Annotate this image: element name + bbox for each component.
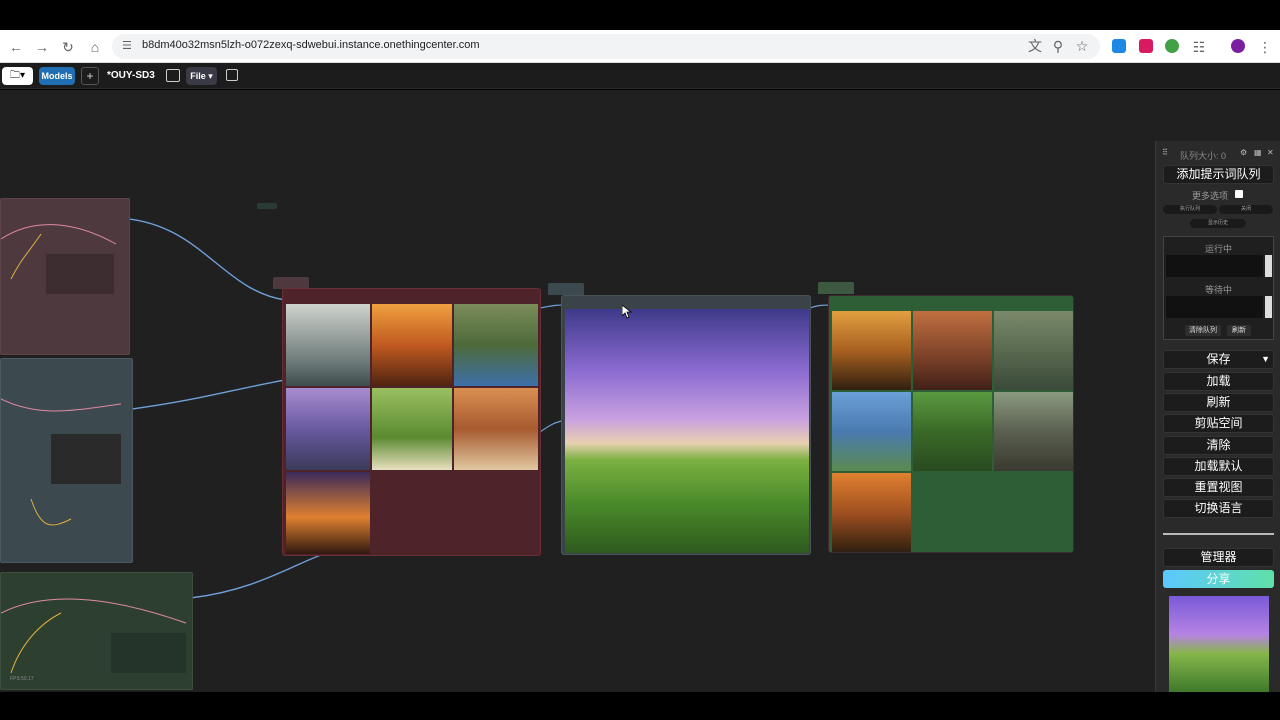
refresh-queue-button[interactable]: 刷新 [1227, 325, 1251, 336]
pending-label: 等待中 [1204, 285, 1232, 295]
back-icon[interactable]: ← [7, 38, 25, 56]
window-bottom-strip [0, 692, 1280, 720]
image-thumb[interactable] [286, 472, 370, 554]
panel-divider [1163, 533, 1274, 535]
home-icon[interactable]: ⌂ [86, 38, 104, 56]
star-icon[interactable]: ☆ [1073, 37, 1091, 55]
running-list[interactable] [1166, 255, 1263, 277]
extension-icon-2[interactable] [1139, 39, 1153, 53]
panel-header: ⠿ 队列大小: 0 ⚙ ▦ ✕ [1156, 143, 1280, 162]
image-thumb[interactable] [372, 388, 452, 470]
image-icon[interactable] [166, 69, 180, 82]
node-wires-green [0, 598, 187, 674]
load-button[interactable]: 加载 [1163, 372, 1274, 391]
image-thumb[interactable] [454, 304, 538, 386]
extension-icon-3[interactable] [1165, 39, 1179, 53]
kebab-menu-icon[interactable]: ⋮ [1256, 38, 1274, 56]
more-options-checkbox[interactable] [1235, 190, 1243, 198]
node-title-green[interactable] [818, 282, 854, 294]
image-thumb[interactable] [454, 388, 538, 470]
translate-icon[interactable]: 文 [1026, 37, 1044, 55]
running-scrollbar[interactable] [1265, 255, 1272, 277]
drag-handle-icon[interactable]: ⠿ [1162, 149, 1170, 157]
manager-button[interactable]: 管理器 [1163, 548, 1274, 567]
forward-icon[interactable]: → [33, 38, 51, 56]
reload-icon[interactable]: ↻ [59, 38, 77, 56]
add-workflow-button[interactable]: + [81, 67, 99, 85]
folder-menu-button[interactable]: 🗀▾ [2, 67, 33, 85]
gear-icon[interactable]: ⚙ [1240, 149, 1248, 157]
save-button-label: 保存 [1206, 352, 1231, 366]
node-wires-red [0, 224, 117, 294]
add-prompt-queue-button[interactable]: 添加提示词队列 [1163, 165, 1274, 184]
save-icon[interactable] [226, 69, 238, 81]
reroute-node[interactable] [257, 203, 277, 209]
queue-box: 运行中 等待中 清除队列 刷新 [1163, 236, 1274, 340]
site-info-icon[interactable]: ☰ [122, 40, 134, 52]
image-grid-node-red[interactable] [282, 288, 541, 556]
queue-side-panel: ⠿ 队列大小: 0 ⚙ ▦ ✕ 添加提示词队列 更多选项 执行队列 关闭 显示历… [1155, 141, 1280, 692]
left-node-green[interactable]: FPS:59.17 [0, 572, 193, 690]
extension-icon-1[interactable] [1112, 39, 1126, 53]
screen: ← → ↻ ⌂ ☰ b8dm40o32msn5lzh-o072zexq-sdwe… [0, 0, 1280, 720]
running-label: 运行中 [1204, 244, 1232, 254]
share-button[interactable]: 分享 [1163, 570, 1274, 588]
url-text[interactable]: b8dm40o32msn5lzh-o072zexq-sdwebui.instan… [142, 39, 480, 51]
left-node-red[interactable] [0, 198, 130, 355]
latest-output-thumbnail[interactable] [1169, 596, 1269, 692]
image-thumb[interactable] [372, 304, 452, 386]
more-options-label: 更多选项 [1192, 191, 1229, 201]
close-toggle[interactable]: 关闭 [1219, 205, 1273, 214]
image-thumb[interactable] [286, 388, 370, 470]
image-thumb[interactable] [994, 311, 1073, 390]
queue-size-label: 队列大小: 0 [1180, 151, 1227, 161]
clear-queue-button[interactable]: 清除队列 [1185, 325, 1221, 336]
save-button[interactable]: 保存 ▼ [1163, 350, 1274, 369]
image-thumb[interactable] [832, 473, 911, 552]
switch-language-button[interactable]: 切换语言 [1163, 499, 1274, 518]
preview-image[interactable] [565, 309, 809, 553]
image-thumb[interactable] [913, 392, 992, 471]
image-thumb[interactable] [994, 392, 1073, 471]
image-grid-node-green[interactable] [828, 295, 1074, 553]
file-menu-button[interactable]: File ▾ [186, 67, 217, 85]
app-toolbar: 🗀▾ Models + *OUY-SD3 File ▾ [0, 63, 1280, 89]
node-title-preview[interactable] [548, 283, 584, 295]
avatar-icon[interactable] [1231, 39, 1245, 53]
workflow-title[interactable]: *OUY-SD3 [107, 70, 155, 81]
models-button[interactable]: Models [39, 67, 75, 85]
chevron-down-icon[interactable]: ▼ [1261, 351, 1270, 368]
clear-button[interactable]: 清除 [1163, 436, 1274, 455]
magnifier-icon[interactable]: ⚲ [1049, 37, 1067, 55]
window-top-strip [0, 0, 1280, 30]
fps-counter: FPS:59.17 [10, 676, 34, 682]
load-default-button[interactable]: 加载默认 [1163, 457, 1274, 476]
run-queue-toggle[interactable]: 执行队列 [1163, 205, 1217, 214]
image-icon[interactable]: ▦ [1254, 149, 1262, 157]
reset-view-button[interactable]: 重置视图 [1163, 478, 1274, 497]
image-thumb[interactable] [832, 392, 911, 471]
left-node-gray[interactable] [0, 358, 133, 563]
url-field[interactable]: ☰ b8dm40o32msn5lzh-o072zexq-sdwebui.inst… [112, 34, 1100, 59]
show-history-toggle[interactable]: 显示历史 [1190, 219, 1246, 228]
file-menu-label: File [190, 71, 206, 81]
close-icon[interactable]: ✕ [1267, 149, 1275, 157]
puzzle-icon[interactable]: ☷ [1190, 38, 1208, 56]
mouse-cursor [622, 305, 632, 319]
image-thumb[interactable] [913, 311, 992, 390]
image-thumb[interactable] [286, 304, 370, 386]
refresh-button[interactable]: 刷新 [1163, 393, 1274, 412]
pending-scrollbar[interactable] [1265, 296, 1272, 318]
browser-address-bar: ← → ↻ ⌂ ☰ b8dm40o32msn5lzh-o072zexq-sdwe… [0, 30, 1280, 63]
folder-icon: 🗀▾ [9, 70, 26, 81]
preview-image-node[interactable] [561, 295, 811, 555]
clipspace-button[interactable]: 剪贴空间 [1163, 414, 1274, 433]
image-thumb[interactable] [832, 311, 911, 390]
pending-list[interactable] [1166, 296, 1263, 318]
node-wires-gray [0, 398, 122, 526]
node-canvas[interactable]: FPS:59.17 [0, 90, 1280, 692]
